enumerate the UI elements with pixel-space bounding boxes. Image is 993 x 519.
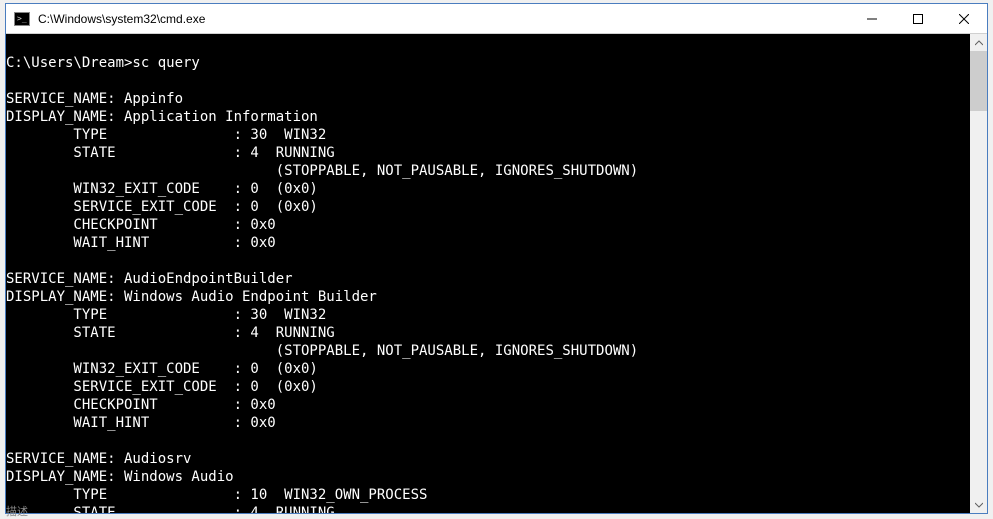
close-icon (959, 14, 969, 24)
status-hint-text: 描述 (6, 503, 28, 519)
scroll-up-button[interactable] (970, 34, 987, 51)
close-button[interactable] (941, 4, 987, 33)
chevron-up-icon (975, 40, 983, 46)
cmd-icon (14, 12, 30, 26)
minimize-icon (867, 14, 877, 24)
window-controls (849, 4, 987, 33)
vertical-scrollbar[interactable] (970, 34, 987, 513)
titlebar[interactable]: C:\Windows\system32\cmd.exe (6, 4, 987, 34)
scroll-thumb[interactable] (970, 51, 987, 111)
scroll-down-button[interactable] (970, 496, 987, 513)
window-title: C:\Windows\system32\cmd.exe (36, 12, 849, 26)
maximize-icon (913, 14, 923, 24)
cmd-window: C:\Windows\system32\cmd.exe C:\Users\Dre… (5, 3, 988, 514)
console-output[interactable]: C:\Users\Dream>sc query SERVICE_NAME: Ap… (6, 34, 970, 513)
maximize-button[interactable] (895, 4, 941, 33)
minimize-button[interactable] (849, 4, 895, 33)
console-area: C:\Users\Dream>sc query SERVICE_NAME: Ap… (6, 34, 987, 513)
scroll-track[interactable] (970, 51, 987, 496)
chevron-down-icon (975, 502, 983, 508)
